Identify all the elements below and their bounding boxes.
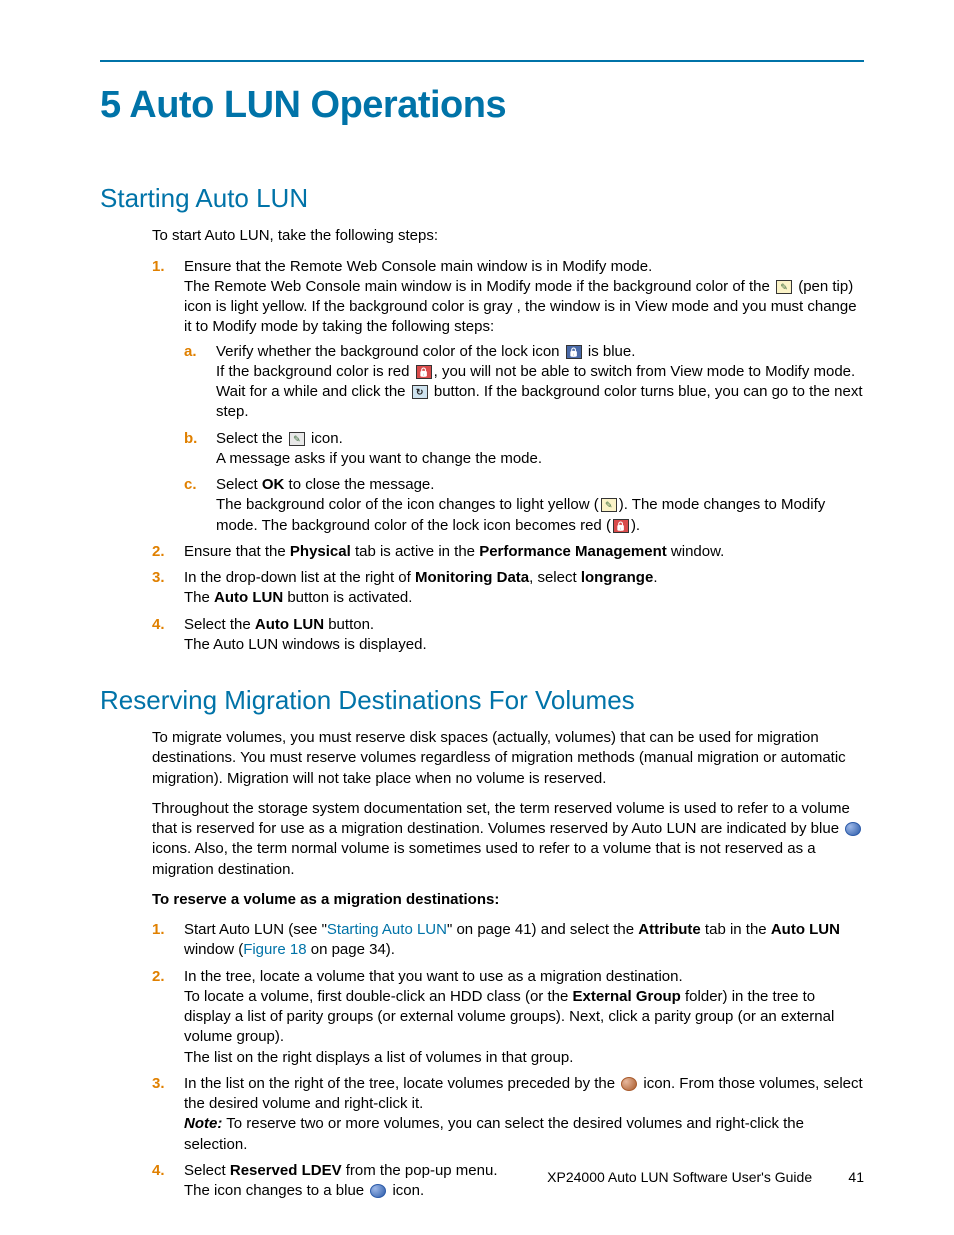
external-group-label: External Group: [572, 988, 680, 1005]
step-1c: c. Select OK to close the message. The b…: [184, 475, 864, 536]
link-figure-18[interactable]: Figure 18: [243, 941, 306, 958]
page-number: 41: [816, 1168, 864, 1187]
reserve-step-1-text5: on page 34).: [307, 941, 395, 958]
attribute-label: Attribute: [638, 921, 701, 938]
reserve-step-1-text3: tab in the: [701, 921, 771, 938]
reserve-step-3: 3. In the list on the right of the tree,…: [152, 1074, 864, 1155]
step-4-text: Select the: [184, 616, 255, 633]
step-3-text2: , select: [529, 569, 581, 586]
reserve-step-1-text4: window (: [184, 941, 243, 958]
pen-tip-yellow-icon: [776, 280, 792, 294]
step-1-line2a: The Remote Web Console main window is in…: [184, 278, 774, 295]
auto-lun-window-label: Auto LUN: [771, 921, 840, 938]
step-1b: b. Select the icon. A message asks if yo…: [184, 429, 864, 470]
longrange-label: longrange: [581, 569, 654, 586]
reserve-step-1: 1. Start Auto LUN (see "Starting Auto LU…: [152, 920, 864, 961]
step-3-text4: The: [184, 589, 214, 606]
auto-lun-label: Auto LUN: [214, 589, 283, 606]
link-starting-auto-lun[interactable]: Starting Auto LUN: [327, 921, 447, 938]
step-3-text: In the drop-down list at the right of: [184, 569, 415, 586]
step-3-text5: button is activated.: [283, 589, 412, 606]
auto-lun-button-label: Auto LUN: [255, 616, 324, 633]
lock-blue-icon: [566, 345, 582, 359]
step-1b-text2: icon.: [307, 430, 343, 447]
normal-volume-icon: [621, 1077, 637, 1091]
reserve-step-1-text2: " on page 41) and select the: [447, 921, 638, 938]
physical-label: Physical: [290, 543, 351, 560]
step-2: 2. Ensure that the Physical tab is activ…: [152, 542, 864, 562]
step-2-marker: 2.: [152, 542, 165, 562]
pen-tip-yellow-icon: [601, 498, 617, 512]
section-reserving-destinations: Reserving Migration Destinations For Vol…: [100, 683, 864, 718]
step-3-text3: .: [653, 569, 657, 586]
lock-red-icon: [613, 519, 629, 533]
reserve-step-3-marker: 3.: [152, 1074, 165, 1094]
step-4-text3: The Auto LUN windows is displayed.: [184, 636, 427, 653]
reserved-volume-blue-icon: [845, 822, 861, 836]
section-starting-auto-lun: Starting Auto LUN: [100, 181, 864, 216]
step-1a-text2: is blue.: [584, 343, 636, 360]
reserve-step-2: 2. In the tree, locate a volume that you…: [152, 967, 864, 1068]
reserve-step-2-l3: The list on the right displays a list of…: [184, 1049, 573, 1066]
step-1b-text: Select the: [216, 430, 287, 447]
reserving-p2b: icons. Also, the term normal volume is s…: [152, 840, 816, 877]
reserve-step-3-l1a: In the list on the right of the tree, lo…: [184, 1075, 619, 1092]
step-1a-marker: a.: [184, 342, 197, 362]
step-1-line1: Ensure that the Remote Web Console main …: [184, 258, 652, 275]
step-4: 4. Select the Auto LUN button. The Auto …: [152, 615, 864, 656]
note-label: Note:: [184, 1115, 222, 1132]
step-3: 3. In the drop-down list at the right of…: [152, 568, 864, 609]
intro-text: To start Auto LUN, take the following st…: [152, 226, 864, 246]
step-1c-text5: ).: [631, 517, 640, 534]
reserve-step-2-l1: In the tree, locate a volume that you wa…: [184, 968, 683, 985]
ok-label: OK: [262, 476, 285, 493]
reserving-p2: Throughout the storage system documentat…: [152, 799, 864, 880]
step-2-text: Ensure that the: [184, 543, 290, 560]
step-2-text2: tab is active in the: [351, 543, 479, 560]
step-1c-marker: c.: [184, 475, 197, 495]
perf-mgmt-label: Performance Management: [479, 543, 667, 560]
reserve-step-1-marker: 1.: [152, 920, 165, 940]
reserving-p1: To migrate volumes, you must reserve dis…: [152, 728, 864, 789]
reserve-step-1-text: Start Auto LUN (see ": [184, 921, 327, 938]
reserve-step-2-marker: 2.: [152, 967, 165, 987]
step-1c-text2: to close the message.: [284, 476, 434, 493]
step-1a-text: Verify whether the background color of t…: [216, 343, 564, 360]
step-4-text2: button.: [324, 616, 374, 633]
step-1-marker: 1.: [152, 257, 165, 277]
reserve-step-2-l2a: To locate a volume, first double-click a…: [184, 988, 572, 1005]
step-2-text3: window.: [667, 543, 725, 560]
step-1: 1. Ensure that the Remote Web Console ma…: [152, 257, 864, 536]
step-1b-marker: b.: [184, 429, 197, 449]
step-3-marker: 3.: [152, 568, 165, 588]
step-1c-text3: The background color of the icon changes…: [216, 496, 599, 513]
step-1a-text3: If the background color is red: [216, 363, 414, 380]
footer-title: XP24000 Auto LUN Software User's Guide: [547, 1169, 812, 1185]
chapter-title: 5 Auto LUN Operations: [100, 80, 864, 131]
pen-tip-icon: [289, 432, 305, 446]
page-footer: XP24000 Auto LUN Software User's Guide 4…: [100, 1168, 864, 1187]
reserving-p2a: Throughout the storage system documentat…: [152, 800, 850, 837]
refresh-icon: [412, 385, 428, 399]
reserve-step-3-note: To reserve two or more volumes, you can …: [184, 1115, 804, 1152]
step-1c-text: Select: [216, 476, 262, 493]
lock-red-icon: [416, 365, 432, 379]
reserve-subhead: To reserve a volume as a migration desti…: [152, 890, 864, 910]
monitoring-data-label: Monitoring Data: [415, 569, 529, 586]
step-4-marker: 4.: [152, 615, 165, 635]
step-1a: a. Verify whether the background color o…: [184, 342, 864, 423]
step-1b-text3: A message asks if you want to change the…: [216, 450, 542, 467]
